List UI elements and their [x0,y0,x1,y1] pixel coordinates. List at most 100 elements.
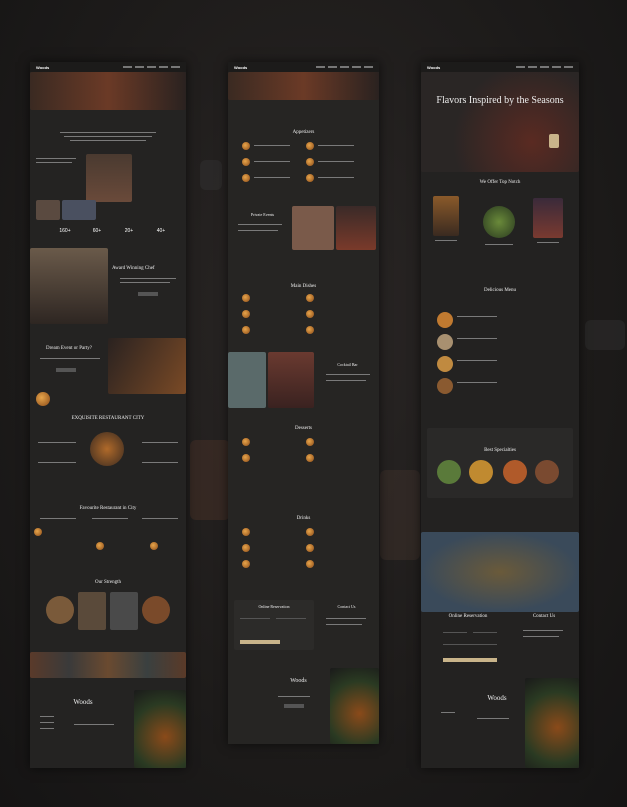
footer-button[interactable] [284,704,304,708]
about-image-small [36,200,60,220]
dish-image [96,542,104,550]
nav-links [123,66,180,68]
specialties-heading: Best Specialties [484,448,516,453]
dish-image [242,294,250,302]
dish-image [242,158,250,166]
menu-item-text [254,177,290,178]
brand-logo[interactable]: Woods [36,65,49,70]
finest-text [142,462,178,463]
menu-item-text [457,338,497,339]
private-button[interactable] [56,368,76,372]
about-image-small [62,200,96,220]
cocktail-bar-heading: Cocktail Bar [337,362,358,367]
offer-text [485,244,513,245]
nav-links [316,66,373,68]
footer-text [74,724,114,725]
menu-item-text [254,161,290,162]
page-preview-home: Woods 160+ 60+ 20+ 40+ Award Winning Che… [30,62,186,768]
favourite-text [40,518,76,519]
finest-heading: EXQUISITE RESTAURANT CITY [71,416,145,421]
specialty-image [535,460,559,484]
reservation-field[interactable] [240,618,270,619]
footer-text [40,722,54,723]
footer-logo: Woods [73,698,93,706]
reservation-heading: Online Reservation [258,604,290,609]
stat-value: 20+ [124,228,134,234]
stat-value: 160+ [59,228,71,234]
menu-item-text [457,316,497,317]
background-table-image [380,470,420,560]
brand-logo[interactable]: Woods [234,65,247,70]
dish-image [242,310,250,318]
private-text [238,230,278,231]
favourite-heading: Favourite Restaurant in City [79,506,137,511]
specialty-image [469,460,493,484]
finest-text [142,442,178,443]
brand-logo[interactable]: Woods [427,65,440,70]
offer-image [433,196,459,236]
dish-image [242,142,250,150]
background-bar-image [190,440,230,520]
contact-text [523,630,563,631]
hero-image [228,72,379,100]
contact-text [523,636,559,637]
dish-image [306,454,314,462]
main-dishes-heading: Main Dishes [290,284,317,289]
bar-image [228,352,266,408]
dish-image [242,454,250,462]
footer-food-image [525,678,579,768]
private-events-image [336,206,376,250]
finest-text [38,442,76,443]
dish-image [242,174,250,182]
menu-item-text [254,145,290,146]
dish-image [242,438,250,446]
drink-image [242,544,250,552]
private-heading: Dream Event or Party? [46,346,92,351]
reservation-heading: Online Reservation [448,614,488,619]
private-image [108,338,186,394]
reservation-submit-button[interactable] [443,658,497,662]
reservation-submit-button[interactable] [240,640,280,644]
hero-image [421,72,579,172]
strength-image [110,592,138,630]
menu-dish-image [437,312,453,328]
reservation-field[interactable] [443,644,497,645]
menu-dish-image [437,356,453,372]
drink-image [306,528,314,536]
offer-image [533,198,563,238]
offer-text [537,242,559,243]
hero-badge [549,134,559,148]
background-sign-image [585,320,625,350]
navbar: Woods [30,62,186,72]
drinks-heading: Drinks [296,516,311,521]
contact-text [326,624,362,625]
footer-text [278,696,310,697]
award-button[interactable] [138,292,158,296]
page-preview-menu: Woods Appetizers Private Events Main Dis… [228,62,379,744]
dish-image [306,310,314,318]
about-image [86,154,132,202]
reservation-field[interactable] [443,632,467,633]
footer-text [40,716,54,717]
footer-text [441,712,455,713]
favourite-text [92,518,128,519]
dish-image [150,542,158,550]
offer-heading: We Offer Top Notch [479,180,521,185]
contact-heading: Contact Us [337,604,356,609]
strength-image [142,596,170,624]
strength-image [46,596,74,624]
award-text [120,278,176,279]
reservation-field[interactable] [473,632,497,633]
menu-item-text [318,161,354,162]
dish-image [306,142,314,150]
private-text [238,224,282,225]
menu-dish-image [437,334,453,350]
appetizers-heading: Appetizers [292,130,315,135]
award-text [120,282,170,283]
footer-food-image [134,690,186,768]
drink-image [306,544,314,552]
dish-image [36,392,50,406]
reservation-field[interactable] [276,618,306,619]
nav-links [516,66,573,68]
footer-logo: Woods [290,678,307,684]
